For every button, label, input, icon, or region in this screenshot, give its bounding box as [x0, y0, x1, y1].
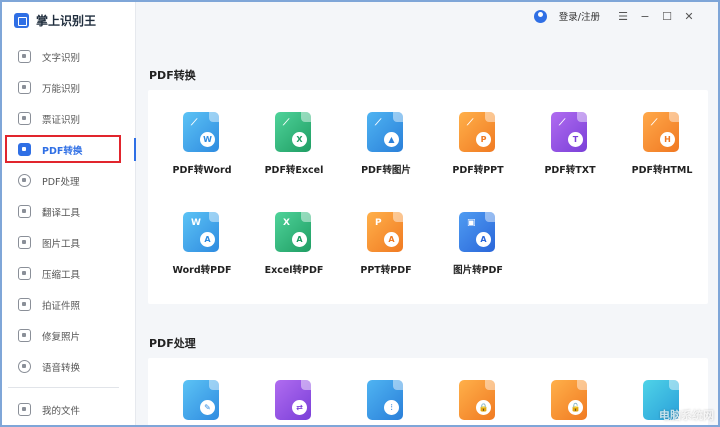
- menu-icon[interactable]: ☰: [612, 10, 634, 23]
- sidebar-item-ticket-recognition[interactable]: 票证识别: [2, 103, 135, 134]
- universal-recognition-icon: [18, 81, 31, 94]
- tool-label: PDF转图片: [361, 165, 411, 176]
- sidebar-item-pdf-process[interactable]: PDF处理: [2, 165, 135, 196]
- compress-icon: [18, 267, 31, 280]
- sidebar-item-pdf-convert[interactable]: PDF转换: [2, 134, 136, 165]
- my-files-label: 我的文件: [42, 405, 81, 417]
- pdf-encrypt-icon: 🔒: [459, 380, 495, 420]
- sidebar-item-label: PDF转换: [42, 145, 83, 157]
- section-title-pdf-convert: PDF转换: [149, 69, 196, 82]
- tool-label: Word转PDF: [172, 265, 232, 276]
- pdf-to-ppt-icon: ⟋ P: [459, 112, 495, 152]
- sidebar-item-id-photo[interactable]: 拍证件照: [2, 289, 135, 320]
- pdf-to-image-icon: ⟋ ▲: [367, 112, 403, 152]
- pdf-decrypt-icon: 🔓: [551, 380, 587, 420]
- tool-pdf-to-ppt[interactable]: ⟋ P PDF转PPT: [432, 90, 524, 180]
- my-files-button[interactable]: 我的文件: [2, 394, 80, 425]
- tool-pdf-merge[interactable]: ⇄: [248, 358, 340, 425]
- sidebar-item-label: 拍证件照: [42, 300, 81, 312]
- sidebar-item-label: 压缩工具: [42, 269, 81, 281]
- sidebar-divider: [8, 387, 119, 388]
- tool-pdf-to-image[interactable]: ⟋ ▲ PDF转图片: [340, 90, 432, 180]
- tool-label: PDF转Excel: [264, 165, 324, 176]
- tool-ppt-to-pdf[interactable]: P A PPT转PDF: [340, 190, 432, 280]
- pdf-split-icon: ⫶: [367, 380, 403, 420]
- sidebar-item-image-tools[interactable]: 图片工具: [2, 227, 135, 258]
- pdf-process-icon: [18, 174, 31, 187]
- sidebar-item-compress[interactable]: 压缩工具: [2, 258, 135, 289]
- sidebar-item-label: 图片工具: [42, 238, 81, 250]
- main-content: PDF转换 ⟋ W PDF转Word ⟋ X PDF转Excel ⟋ ▲ PDF…: [136, 30, 718, 425]
- tool-word-to-pdf[interactable]: W A Word转PDF: [156, 190, 248, 280]
- sidebar-item-label: 修复照片: [42, 331, 81, 343]
- sidebar-item-repair-photo[interactable]: 修复照片: [2, 320, 135, 351]
- sidebar: 掌上识别王 文字识别 万能识别 票证识别 PDF转换 PDF处理 翻译工具 图片…: [2, 2, 136, 425]
- tool-pdf-to-word[interactable]: ⟋ W PDF转Word: [156, 90, 248, 180]
- repair-photo-icon: [18, 329, 31, 342]
- sidebar-item-label: 票证识别: [42, 114, 81, 126]
- pdf-to-txt-icon: ⟋ T: [551, 112, 587, 152]
- pdf-to-excel-icon: ⟋ X: [275, 112, 311, 152]
- pdf-edit-icon: ✎: [183, 380, 219, 420]
- app-title: 掌上识别王: [36, 13, 97, 28]
- voice-convert-icon: [18, 360, 31, 373]
- id-photo-icon: [18, 298, 31, 311]
- folder-icon: [18, 403, 31, 416]
- sidebar-item-label: 文字识别: [42, 52, 81, 64]
- translate-icon: [18, 205, 31, 218]
- sidebar-item-label: 万能识别: [42, 83, 81, 95]
- app-window: 掌上识别王 文字识别 万能识别 票证识别 PDF转换 PDF处理 翻译工具 图片…: [0, 0, 720, 427]
- word-to-pdf-icon: W A: [183, 212, 219, 252]
- watermark: 电脑系统网: [659, 409, 714, 422]
- pdf-to-html-icon: ⟋ H: [643, 112, 679, 152]
- tool-pdf-to-html[interactable]: ⟋ H PDF转HTML: [616, 90, 708, 180]
- pdf-convert-icon: [18, 143, 31, 156]
- app-header: 掌上识别王: [2, 2, 135, 38]
- pdf-to-word-icon: ⟋ W: [183, 112, 219, 152]
- tool-label: Excel转PDF: [264, 265, 324, 276]
- maximize-icon[interactable]: ☐: [656, 10, 678, 23]
- pdf-merge-icon: ⇄: [275, 380, 311, 420]
- sidebar-item-text-recognition[interactable]: 文字识别: [2, 41, 135, 72]
- tool-pdf-split[interactable]: ⫶: [340, 358, 432, 425]
- sidebar-item-label: 翻译工具: [42, 207, 81, 219]
- excel-to-pdf-icon: X A: [275, 212, 311, 252]
- sidebar-item-voice-convert[interactable]: 语音转换: [2, 351, 135, 382]
- tool-pdf-to-excel[interactable]: ⟋ X PDF转Excel: [248, 90, 340, 180]
- tool-pdf-encrypt[interactable]: 🔒: [432, 358, 524, 425]
- ticket-recognition-icon: [18, 112, 31, 125]
- title-bar: 登录/注册 ☰ − ☐ ✕: [136, 2, 718, 30]
- sidebar-nav: 文字识别 万能识别 票证识别 PDF转换 PDF处理 翻译工具 图片工具 压缩工…: [2, 41, 136, 382]
- tool-label: PDF转TXT: [544, 165, 596, 176]
- section-title-pdf-process: PDF处理: [149, 337, 196, 350]
- ppt-to-pdf-icon: P A: [367, 212, 403, 252]
- tool-pdf-decrypt[interactable]: 🔓: [524, 358, 616, 425]
- close-icon[interactable]: ✕: [678, 10, 700, 23]
- user-avatar-icon[interactable]: [533, 9, 547, 23]
- tool-image-to-pdf[interactable]: ▣ A 图片转PDF: [432, 190, 524, 280]
- sidebar-item-universal-recognition[interactable]: 万能识别: [2, 72, 135, 103]
- tool-excel-to-pdf[interactable]: X A Excel转PDF: [248, 190, 340, 280]
- tool-label: PPT转PDF: [360, 265, 412, 276]
- tool-label: PDF转PPT: [452, 165, 504, 176]
- text-recognition-icon: [18, 50, 31, 63]
- tool-label: PDF转HTML: [631, 165, 693, 176]
- minimize-icon[interactable]: −: [634, 10, 656, 23]
- tool-label: PDF转Word: [172, 165, 232, 176]
- sidebar-item-label: 语音转换: [42, 362, 81, 374]
- tool-pdf-to-txt[interactable]: ⟋ T PDF转TXT: [524, 90, 616, 180]
- sidebar-item-translate[interactable]: 翻译工具: [2, 196, 135, 227]
- pdf-process-panel: ✎ ⇄ ⫶ 🔒 🔓: [148, 358, 708, 425]
- pdf-convert-panel: ⟋ W PDF转Word ⟋ X PDF转Excel ⟋ ▲ PDF转图片 ⟋ …: [148, 90, 708, 304]
- tool-pdf-edit[interactable]: ✎: [156, 358, 248, 425]
- app-logo-icon: [14, 12, 29, 28]
- sidebar-item-label: PDF处理: [42, 176, 80, 188]
- image-tools-icon: [18, 236, 31, 249]
- login-register-link[interactable]: 登录/注册: [559, 9, 600, 23]
- tool-label: 图片转PDF: [453, 265, 503, 276]
- image-to-pdf-icon: ▣ A: [459, 212, 495, 252]
